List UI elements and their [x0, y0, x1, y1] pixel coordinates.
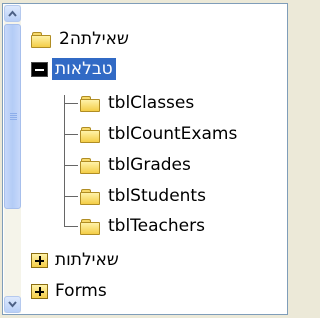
scroll-up-button[interactable]	[4, 5, 21, 22]
tree-item-selected[interactable]: טבלאות	[31, 56, 116, 82]
tree-item-label: tblTeachers	[108, 216, 205, 236]
tree-item-label: tblCountExams	[108, 124, 238, 144]
plus-box-icon[interactable]	[31, 283, 48, 299]
minus-box-icon[interactable]	[31, 61, 48, 77]
tree-connector	[64, 165, 78, 166]
chevron-up-icon	[8, 10, 17, 17]
plus-box-icon[interactable]	[31, 252, 48, 268]
thumb-grip	[10, 115, 17, 116]
tree-item[interactable]: tblGrades	[80, 152, 194, 178]
tree-connector	[64, 196, 78, 197]
tree-view[interactable]: שאילתה2 טבלאות tblClasses tblCountExams …	[2, 3, 288, 315]
thumb-grip	[10, 119, 17, 120]
tree-item-label: tblClasses	[108, 93, 195, 113]
scroll-thumb[interactable]	[4, 24, 21, 209]
tree-item-label: tblStudents	[108, 186, 206, 206]
tree-connector	[64, 95, 65, 216]
folder-icon	[80, 157, 100, 174]
folder-icon	[80, 218, 100, 235]
folder-icon	[31, 31, 51, 48]
thumb-grip	[10, 113, 17, 114]
tree-item[interactable]: שאילתות	[31, 247, 122, 273]
tree-item-label: טבלאות	[52, 58, 116, 80]
folder-icon	[80, 188, 100, 205]
vertical-scrollbar[interactable]	[4, 5, 21, 313]
tree-connector	[64, 103, 78, 104]
tree-item-label: שאילתה2	[59, 29, 129, 49]
folder-icon	[80, 126, 100, 143]
tree-item-label: tblGrades	[108, 155, 191, 175]
thumb-grip	[10, 117, 17, 118]
tree-connector	[64, 134, 78, 135]
tree-item[interactable]: tblClasses	[80, 90, 197, 116]
chevron-down-icon	[8, 301, 17, 308]
tree-connector	[64, 216, 65, 226]
tree-item-label: שאילתות	[55, 250, 119, 270]
folder-icon	[80, 95, 100, 112]
tree-item[interactable]: tblTeachers	[80, 213, 208, 239]
tree-item[interactable]: tblCountExams	[80, 121, 240, 147]
tree-item-label: Forms	[55, 281, 107, 301]
scroll-down-button[interactable]	[4, 296, 21, 313]
tree-item[interactable]: שאילתה2	[31, 26, 132, 52]
tree-item[interactable]: tblStudents	[80, 183, 209, 209]
tree-item[interactable]: Forms	[31, 278, 110, 304]
tree-connector	[64, 226, 78, 227]
